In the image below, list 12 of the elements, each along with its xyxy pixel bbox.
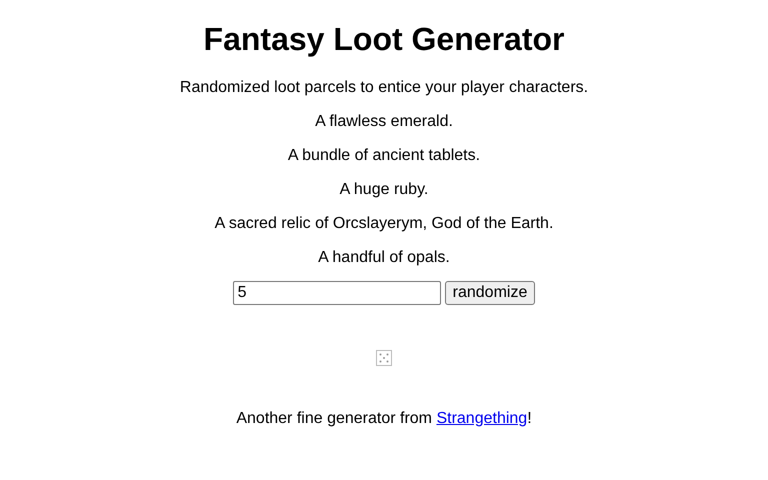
dice-icon: [376, 350, 392, 366]
randomize-button[interactable]: randomize: [444, 281, 536, 305]
loot-item: A flawless emerald.: [314, 113, 454, 131]
page-title: Fantasy Loot Generator: [202, 21, 566, 58]
loot-item: A huge ruby.: [338, 181, 430, 199]
loot-item: A handful of opals.: [317, 249, 451, 267]
loot-item: A sacred relic of Orcslayerym, God of the Earth.: [214, 215, 554, 233]
subtitle-text: Randomized loot parcels to entice your player characters.: [178, 79, 590, 97]
strangething-link[interactable]: Strangething: [436, 410, 528, 427]
footer-text: Another fine generator from Strangething!: [235, 410, 533, 428]
loot-item: A bundle of ancient tablets.: [286, 147, 482, 165]
count-field[interactable]: 5: [232, 281, 441, 305]
